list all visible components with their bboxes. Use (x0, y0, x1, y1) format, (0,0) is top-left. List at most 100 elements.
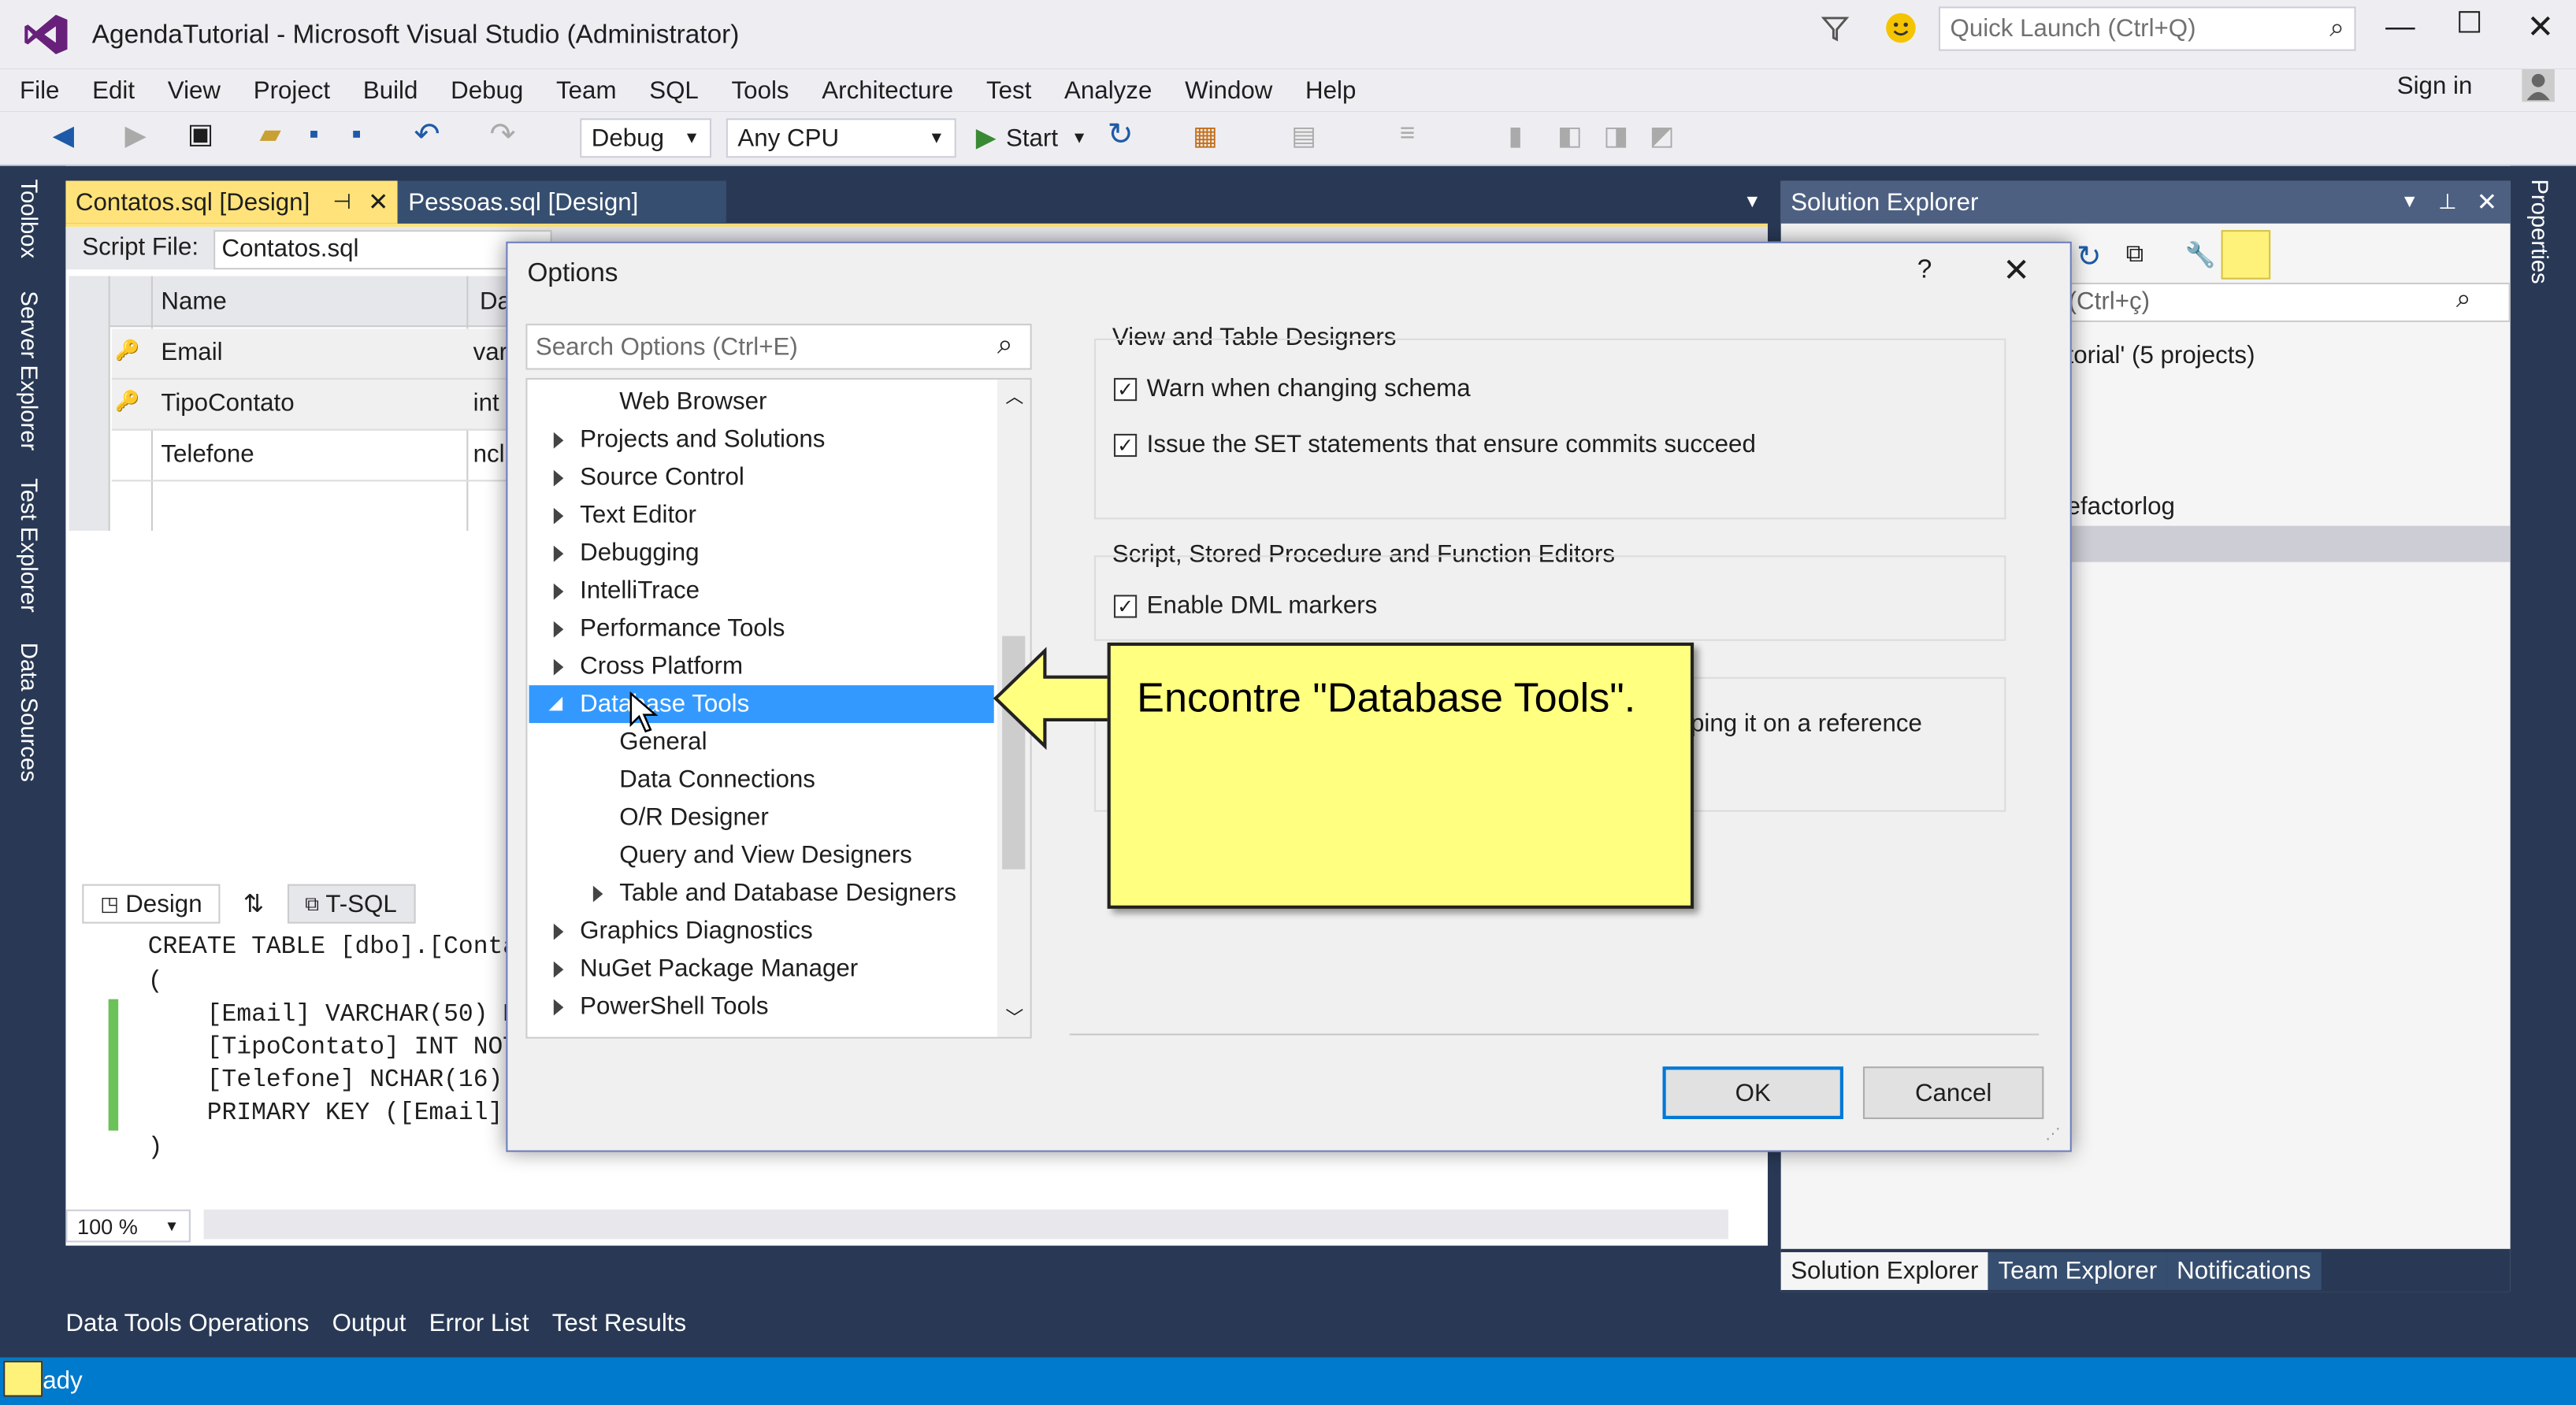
code-line[interactable]: [TipoContato] INT NOT (148, 1033, 518, 1061)
menu-build[interactable]: Build (347, 76, 434, 104)
menu-edit[interactable]: Edit (76, 76, 151, 104)
code-line[interactable]: CREATE TABLE [dbo].[Conta (148, 933, 518, 961)
ok-button[interactable]: OK (1662, 1066, 1843, 1119)
toolbar-disabled-icon[interactable]: ▤ (1291, 120, 1316, 153)
feedback-smiley-icon[interactable] (1884, 12, 1917, 45)
menu-help[interactable]: Help (1289, 76, 1372, 104)
tree-item-text-editor[interactable]: Text Editor (553, 496, 696, 534)
minimize-button[interactable]: — (2385, 10, 2415, 45)
code-line[interactable]: ) (148, 1134, 163, 1162)
bookmark-clear-icon[interactable]: ◩ (1650, 120, 1675, 153)
scroll-down-icon[interactable]: ﹀ (1005, 1004, 1023, 1030)
checkbox-warn-schema[interactable]: ✓ Warn when changing schema (1113, 375, 1471, 402)
menu-analyze[interactable]: Analyze (1048, 76, 1168, 104)
solution-node[interactable]: torial' (5 projects) (2067, 342, 2255, 369)
zoom-select[interactable]: 100 % ▼ (65, 1209, 191, 1243)
tree-item-intellitrace[interactable]: IntelliTrace (553, 572, 700, 610)
tab-contatos-design[interactable]: Contatos.sql [Design] ⊣ ✕ (65, 180, 399, 224)
checkbox-set-statements[interactable]: ✓ Issue the SET statements that ensure c… (1113, 431, 1756, 458)
table-row[interactable]: 🔑 TipoContato int (111, 380, 507, 431)
close-dialog-button[interactable]: ✕ (2003, 250, 2030, 291)
account-avatar-icon[interactable] (2522, 69, 2555, 102)
tree-item-powershell-tools[interactable]: PowerShell Tools (553, 988, 769, 1025)
code-line[interactable]: [Telefone] NCHAR(16) (148, 1066, 503, 1094)
tree-item-data-connections[interactable]: Data Connections (619, 761, 815, 799)
horizontal-scrollbar[interactable] (203, 1209, 1728, 1240)
help-button[interactable]: ? (1917, 257, 1932, 287)
bookmark-prev-icon[interactable]: ◧ (1557, 120, 1583, 153)
properties-wrench-icon[interactable]: 🔧 (2185, 240, 2216, 269)
code-line[interactable]: PRIMARY KEY ([Email], (148, 1099, 518, 1127)
scroll-up-icon[interactable]: ︿ (1005, 383, 1023, 409)
navigate-forward-icon[interactable]: ▶ (124, 120, 146, 153)
pin-icon[interactable]: ⊥ (2438, 189, 2457, 215)
filter-icon[interactable] (1821, 13, 1850, 43)
resize-grip-icon[interactable]: ⋰ (2045, 1125, 2060, 1144)
find-in-files-icon[interactable]: ▦ (1193, 120, 1218, 153)
menu-file[interactable]: File (3, 76, 76, 104)
tab-pessoas-design[interactable]: Pessoas.sql [Design] (398, 180, 727, 224)
tab-error-list[interactable]: Error List (429, 1309, 529, 1336)
pin-icon[interactable]: ⊣ (332, 189, 351, 215)
open-file-icon[interactable]: ▰ (260, 118, 281, 151)
tab-team-explorer[interactable]: Team Explorer (1988, 1251, 2167, 1289)
bookmark-icon[interactable]: ▮ (1508, 120, 1522, 153)
tree-item-nuget-package-manager[interactable]: NuGet Package Manager (553, 950, 858, 988)
menu-architecture[interactable]: Architecture (805, 76, 970, 104)
tree-item-source-control[interactable]: Source Control (553, 458, 744, 496)
preview-selected-button[interactable] (2221, 230, 2271, 280)
maximize-button[interactable]: ☐ (2456, 6, 2483, 41)
table-row[interactable]: Telefone ncl (111, 431, 507, 482)
menu-project[interactable]: Project (237, 76, 347, 104)
server-explorer-tab[interactable]: Server Explorer (17, 291, 43, 450)
save-icon[interactable]: ▪ (309, 118, 319, 151)
test-explorer-tab[interactable]: Test Explorer (17, 478, 43, 612)
navigate-back-icon[interactable]: ◀ (53, 120, 74, 153)
refresh-icon[interactable]: ↻ (2077, 240, 2101, 275)
tree-item-projects-and-solutions[interactable]: Projects and Solutions (553, 421, 825, 458)
checkbox-dml-markers[interactable]: ✓ Enable DML markers (1113, 591, 1377, 620)
code-line[interactable]: ( (148, 968, 163, 995)
menu-test[interactable]: Test (970, 76, 1048, 104)
table-row[interactable]: 🔑 Email var (111, 328, 507, 380)
menu-window[interactable]: Window (1168, 76, 1289, 104)
tree-item-query-view-designers[interactable]: Query and View Designers (619, 836, 912, 874)
close-tab-icon[interactable]: ✕ (368, 187, 388, 217)
options-search-input[interactable]: Search Options (Ctrl+E) ⌕ (525, 324, 1032, 370)
notes-icon[interactable] (3, 1360, 43, 1397)
close-window-button[interactable]: ✕ (2526, 6, 2554, 47)
menu-tools[interactable]: Tools (715, 76, 806, 104)
tab-output[interactable]: Output (332, 1309, 406, 1336)
dropdown-icon[interactable]: ▼ (2400, 192, 2418, 212)
toolbox-tab[interactable]: Toolbox (17, 179, 43, 258)
tree-item-debugging[interactable]: Debugging (553, 534, 700, 572)
sign-in-link[interactable]: Sign in (2397, 72, 2473, 100)
tree-item-or-designer[interactable]: O/R Designer (619, 799, 769, 836)
cancel-button[interactable]: Cancel (1862, 1066, 2044, 1119)
code-line[interactable]: [Email] VARCHAR(50) N (148, 1001, 518, 1029)
save-all-icon[interactable]: ▪ (351, 118, 362, 151)
refresh-icon[interactable]: ↻ (1108, 117, 1134, 154)
tree-item-database-tools[interactable]: ◢ Database Tools (549, 685, 750, 723)
undo-icon[interactable]: ↶ (414, 117, 440, 154)
comment-icon[interactable]: ≡ (1400, 120, 1415, 150)
tab-notifications[interactable]: Notifications (2166, 1251, 2322, 1289)
tree-item-graphics-diagnostics[interactable]: Graphics Diagnostics (553, 912, 813, 950)
tab-design[interactable]: ◳ Design (82, 884, 221, 924)
properties-tab[interactable]: Properties (2526, 179, 2552, 284)
collapse-all-icon[interactable]: ⧉ (2126, 240, 2144, 268)
menu-team[interactable]: Team (540, 76, 633, 104)
tab-tsql[interactable]: ⧉ T-SQL (287, 884, 415, 924)
new-project-icon[interactable]: ▣ (187, 118, 213, 151)
close-icon[interactable]: ✕ (2477, 187, 2497, 217)
tree-item-web-browser[interactable]: Web Browser (619, 383, 766, 421)
menu-sql[interactable]: SQL (633, 76, 715, 104)
project-node[interactable]: efactorlog (2067, 493, 2175, 521)
tab-data-tools-operations[interactable]: Data Tools Operations (65, 1309, 309, 1336)
tree-item-table-database-designers[interactable]: Table and Database Designers (592, 874, 956, 912)
data-sources-tab[interactable]: Data Sources (17, 643, 43, 782)
script-file-field[interactable]: Contatos.sql (213, 230, 552, 270)
menu-debug[interactable]: Debug (434, 76, 540, 104)
tree-item-performance-tools[interactable]: Performance Tools (553, 610, 785, 647)
solution-config-select[interactable]: Debug ▼ (580, 118, 712, 158)
